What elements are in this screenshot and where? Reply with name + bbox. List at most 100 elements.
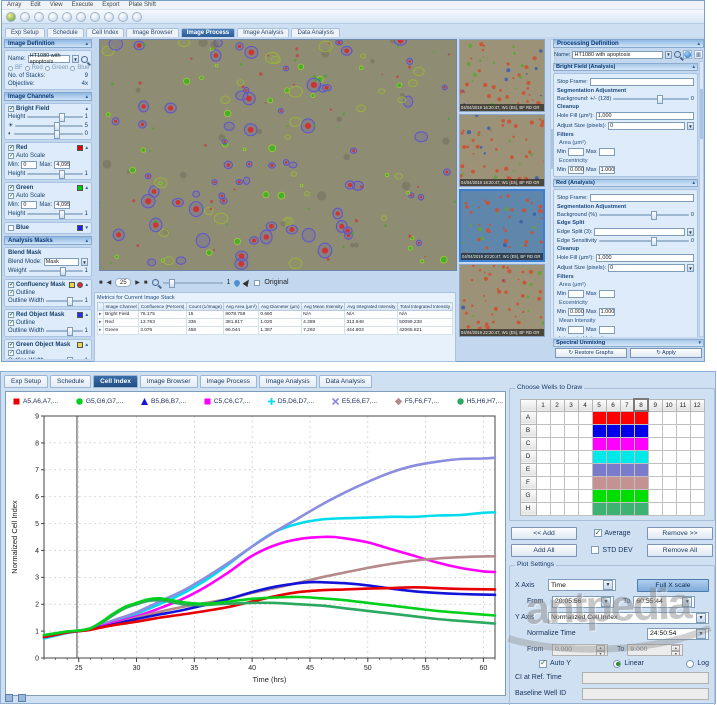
thumbnail-3[interactable]: 04/04/2019 20:20:47, W1 (E5), BF RD GR — [459, 189, 545, 262]
row-header-D[interactable]: D — [520, 450, 536, 463]
well-E5[interactable] — [592, 463, 606, 476]
menu-execute[interactable]: Execute — [72, 2, 94, 8]
radio-red[interactable] — [25, 66, 30, 71]
search-icon[interactable] — [674, 51, 681, 58]
remove-button[interactable]: Remove >> — [647, 527, 713, 540]
well-E10[interactable] — [662, 463, 676, 476]
thumbnail-1[interactable]: 04/04/2019 16:20:47, W1 (E5), BF RD GR — [459, 39, 545, 112]
column-header-1[interactable]: 1 — [536, 399, 550, 411]
mask-slider[interactable] — [46, 330, 83, 332]
well-E7[interactable] — [620, 463, 634, 476]
menu-array[interactable]: Array — [7, 2, 21, 8]
well-H7[interactable] — [620, 502, 634, 515]
well-F5[interactable] — [592, 476, 606, 489]
well-D1[interactable] — [536, 450, 550, 463]
auto-scale-checkbox[interactable] — [8, 153, 14, 159]
tab-cell-index[interactable]: Cell Index — [93, 375, 138, 388]
spinner-icon[interactable]: ▲▼ — [596, 645, 605, 655]
tab-exp-setup[interactable]: Exp Setup — [4, 375, 48, 388]
blend-slider[interactable] — [29, 270, 83, 272]
well-E3[interactable] — [564, 463, 578, 476]
max-field[interactable]: 1.000 — [599, 166, 615, 174]
zoom-in-icon[interactable] — [104, 12, 114, 22]
column-header-10[interactable]: 10 — [662, 399, 676, 411]
auto-y-checkbox[interactable] — [539, 660, 547, 668]
export-icon[interactable] — [48, 12, 58, 22]
chevron-down-icon[interactable]: ▼ — [696, 629, 706, 639]
min-field[interactable] — [568, 290, 584, 298]
column-header-9[interactable]: 9 — [648, 399, 662, 411]
row-header-E[interactable]: E — [520, 463, 536, 476]
legend-item-d5[interactable]: D5,D6,D7,... — [267, 397, 314, 406]
pointer-icon[interactable] — [243, 278, 252, 287]
well-A1[interactable] — [536, 411, 550, 424]
legend-item-h5[interactable]: H5,H6,H7,... — [456, 397, 503, 406]
well-B8[interactable] — [634, 424, 648, 437]
well-G3[interactable] — [564, 489, 578, 502]
well-G2[interactable] — [550, 489, 564, 502]
well-D11[interactable] — [676, 450, 690, 463]
well-F6[interactable] — [606, 476, 620, 489]
menu-edit[interactable]: Edit — [30, 2, 40, 8]
well-A2[interactable] — [550, 411, 564, 424]
hole-fill-m-field[interactable]: 1,000 — [596, 254, 694, 262]
radio-green[interactable] — [45, 66, 50, 71]
stop-frame-field[interactable] — [590, 78, 694, 86]
min-field[interactable] — [568, 326, 584, 334]
min-field[interactable]: 0 — [21, 161, 37, 169]
well-B5[interactable] — [592, 424, 606, 437]
full-x-scale-button[interactable]: Full X scale — [637, 579, 709, 592]
series-a5[interactable] — [44, 587, 495, 637]
well-G5[interactable] — [592, 489, 606, 502]
well-D4[interactable] — [578, 450, 592, 463]
undo-icon[interactable] — [62, 12, 72, 22]
well-H5[interactable] — [592, 502, 606, 515]
chevron-down-icon[interactable]: ▼ — [72, 55, 79, 63]
max-field[interactable]: 1.000 — [599, 308, 615, 316]
well-E1[interactable] — [536, 463, 550, 476]
y-to-field[interactable]: 9.000▲▼ — [627, 644, 683, 656]
well-H9[interactable] — [648, 502, 662, 515]
collapse-icon[interactable]: ▴ — [697, 40, 700, 47]
copy-button[interactable]: ▥ — [694, 50, 703, 59]
well-B1[interactable] — [536, 424, 550, 437]
well-D8[interactable] — [634, 450, 648, 463]
column-header-4[interactable]: 4 — [578, 399, 592, 411]
confluency-mask-checkbox[interactable] — [8, 282, 14, 288]
well-C9[interactable] — [648, 437, 662, 450]
x-to-select[interactable]: 60:55:44▼ — [633, 596, 695, 608]
well-G1[interactable] — [536, 489, 550, 502]
legend-item-e5[interactable]: E5,E6,E7,... — [331, 397, 377, 406]
min-field[interactable] — [568, 148, 584, 156]
well-F8[interactable] — [634, 476, 648, 489]
well-E6[interactable] — [606, 463, 620, 476]
chevron-down-icon[interactable]: ▼ — [603, 580, 613, 590]
average-checkbox[interactable] — [594, 529, 602, 537]
legend-item-c5[interactable]: C5,C6,C7,... — [203, 397, 250, 406]
app-logo-icon[interactable] — [6, 12, 16, 22]
row-header-G[interactable]: G — [520, 489, 536, 502]
min-field[interactable]: 0.000 — [568, 166, 584, 174]
well-D10[interactable] — [662, 450, 676, 463]
y-from-field[interactable]: 0.000▲▼ — [552, 644, 608, 656]
image-name-select[interactable]: HT1080 with apoptosis — [28, 55, 70, 63]
stop-frame-field[interactable] — [590, 194, 694, 202]
tab-image-process[interactable]: Image Process — [200, 375, 257, 388]
menu-export[interactable]: Export — [102, 2, 119, 8]
top-tab-image-browser[interactable]: Image Browser — [126, 28, 178, 37]
well-D6[interactable] — [606, 450, 620, 463]
well-A10[interactable] — [662, 411, 676, 424]
proc-slider[interactable] — [599, 214, 689, 216]
well-F11[interactable] — [676, 476, 690, 489]
well-H8[interactable] — [634, 502, 648, 515]
processing-scrollbar[interactable] — [699, 61, 704, 337]
y-axis-select[interactable]: Normalized Cell Index▼ — [548, 612, 709, 624]
well-D7[interactable] — [620, 450, 634, 463]
top-tab-cell-index[interactable]: Cell Index — [86, 28, 125, 37]
well-H11[interactable] — [676, 502, 690, 515]
well-F1[interactable] — [536, 476, 550, 489]
chevron-down-icon[interactable]: ▼ — [665, 51, 672, 59]
collapse-icon[interactable]: ▴ — [85, 106, 88, 112]
taskbar-shortcut-icon[interactable] — [18, 694, 26, 702]
auto-scale-checkbox[interactable] — [8, 193, 14, 199]
